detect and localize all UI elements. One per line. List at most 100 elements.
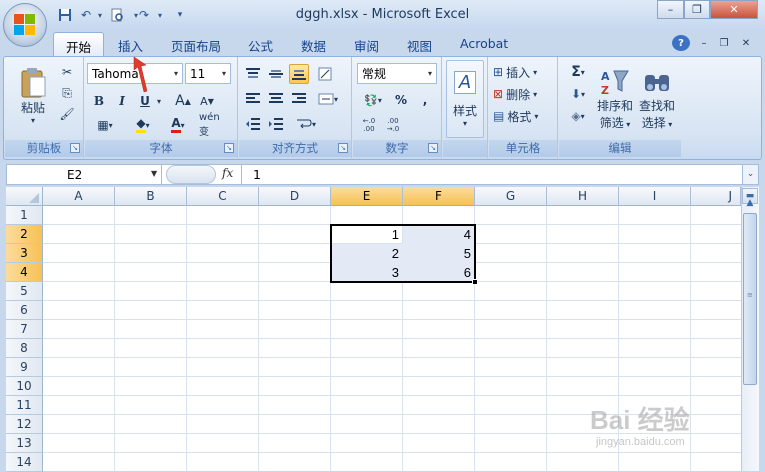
column-header-d[interactable]: D xyxy=(259,187,331,206)
row-header-3[interactable]: 3 xyxy=(6,244,43,263)
increase-indent-icon[interactable] xyxy=(266,114,286,134)
align-center-icon[interactable] xyxy=(266,89,286,109)
row-header-7[interactable]: 7 xyxy=(6,320,43,339)
number-label: 数字 xyxy=(385,141,409,155)
comma-button[interactable]: , xyxy=(415,90,435,110)
column-header-j[interactable]: J xyxy=(691,187,741,206)
column-header-f[interactable]: F xyxy=(403,187,475,206)
formula-expand-icon[interactable]: ⌄ xyxy=(742,164,759,185)
row-header-10[interactable]: 10 xyxy=(6,377,43,396)
align-bottom-icon[interactable] xyxy=(289,64,309,84)
orientation-icon[interactable] xyxy=(315,64,335,84)
row-header-11[interactable]: 11 xyxy=(6,396,43,415)
number-format-combo[interactable]: 常规 ▾ xyxy=(357,63,437,84)
underline-dropdown-icon[interactable]: ▾ xyxy=(154,91,164,111)
select-all-corner[interactable] xyxy=(6,187,43,206)
sort-filter-button[interactable]: AZ 排序和 筛选 ▾ xyxy=(595,62,635,136)
align-top-icon[interactable] xyxy=(243,64,263,84)
row-header-1[interactable]: 1 xyxy=(6,206,43,225)
fill-color-button[interactable]: ◆ ▾ xyxy=(126,115,160,135)
tab-view[interactable]: 视图 xyxy=(395,32,444,56)
column-header-e[interactable]: E xyxy=(331,187,403,206)
autosum-button[interactable]: Σ ▾ xyxy=(564,62,592,82)
column-header-c[interactable]: C xyxy=(187,187,259,206)
grid-line xyxy=(43,357,741,358)
row-header-13[interactable]: 13 xyxy=(6,434,43,453)
decrease-decimal-button[interactable]: .00 →.0 xyxy=(382,114,404,136)
clipboard-launcher-icon[interactable]: ↘ xyxy=(70,143,80,153)
doc-restore-button[interactable]: ❐ xyxy=(716,35,732,51)
name-box-dropdown-icon[interactable]: ▼ xyxy=(151,169,157,178)
copy-icon[interactable]: ⎘ xyxy=(58,85,76,101)
decrease-indent-icon[interactable] xyxy=(243,114,263,134)
restore-button[interactable]: ❐ xyxy=(684,0,710,19)
accounting-format-button[interactable]: 💱 ▾ xyxy=(358,90,388,110)
tab-page-layout[interactable]: 页面布局 xyxy=(159,32,233,56)
styles-button[interactable]: A 样式 ▾ xyxy=(446,60,484,138)
grow-font-button[interactable]: A ▲ xyxy=(172,91,194,111)
format-painter-icon[interactable]: 🖌 xyxy=(58,106,76,122)
cut-icon[interactable]: ✂ xyxy=(58,64,76,80)
phonetic-button[interactable]: wén 变 xyxy=(198,112,230,138)
row-header-9[interactable]: 9 xyxy=(6,358,43,377)
align-left-icon[interactable] xyxy=(243,89,263,109)
column-header-g[interactable]: G xyxy=(475,187,547,206)
number-launcher-icon[interactable]: ↘ xyxy=(428,143,438,153)
shrink-font-button[interactable]: A ▼ xyxy=(196,91,218,111)
paste-button[interactable]: 粘贴 ▾ xyxy=(12,60,54,132)
office-button[interactable] xyxy=(3,3,47,47)
minimize-button[interactable]: – xyxy=(657,0,684,19)
baidu-watermark-url: jingyan.baidu.com xyxy=(596,436,685,448)
align-middle-icon[interactable] xyxy=(266,64,286,84)
increase-decimal-button[interactable]: ←.0.00 xyxy=(358,114,380,136)
clear-button[interactable]: ◈ ▾ xyxy=(564,106,592,126)
delete-cells-label: 删除 xyxy=(506,87,531,102)
column-header-a[interactable]: A xyxy=(43,187,115,206)
row-header-8[interactable]: 8 xyxy=(6,339,43,358)
row-header-5[interactable]: 5 xyxy=(6,282,43,301)
row-header-12[interactable]: 12 xyxy=(6,415,43,434)
name-box-value: E2 xyxy=(67,168,83,182)
alignment-launcher-icon[interactable]: ↘ xyxy=(338,143,348,153)
wrap-text-icon[interactable]: ▾ xyxy=(290,114,322,134)
name-box[interactable]: E2 xyxy=(6,164,162,185)
help-icon[interactable]: ? xyxy=(672,35,690,51)
close-button[interactable]: ✕ xyxy=(710,0,758,19)
scroll-up-icon[interactable]: ▲ xyxy=(742,196,758,210)
doc-close-button[interactable]: ✕ xyxy=(738,35,754,51)
fill-handle[interactable] xyxy=(472,279,478,285)
insert-function-button[interactable]: fx xyxy=(222,166,240,183)
insert-cells-button[interactable]: ⊞ 插入 ▾ xyxy=(492,62,554,82)
column-header-h[interactable]: H xyxy=(547,187,619,206)
row-header-14[interactable]: 14 xyxy=(6,453,43,472)
delete-cells-button[interactable]: ⊠ 删除 ▾ xyxy=(492,84,554,104)
tab-review[interactable]: 审阅 xyxy=(342,32,391,56)
merge-center-icon[interactable]: ▾ xyxy=(313,89,343,109)
row-header-6[interactable]: 6 xyxy=(6,301,43,320)
formula-value[interactable]: 1 xyxy=(253,167,261,182)
doc-minimize-button[interactable]: – xyxy=(696,35,712,51)
borders-button[interactable]: ▦ ▾ xyxy=(89,115,121,135)
font-launcher-icon[interactable]: ↘ xyxy=(224,143,234,153)
find-select-button[interactable]: 查找和 选择 ▾ xyxy=(637,62,677,136)
bold-button[interactable]: B xyxy=(89,91,109,111)
font-color-button[interactable]: A ▾ xyxy=(162,115,194,135)
tab-data[interactable]: 数据 xyxy=(289,32,338,56)
column-header-i[interactable]: I xyxy=(619,187,691,206)
align-right-icon[interactable] xyxy=(289,89,309,109)
tab-home[interactable]: 开始 xyxy=(53,32,105,56)
font-size-combo[interactable]: 11 ▾ xyxy=(185,63,231,84)
italic-button[interactable]: I xyxy=(112,91,132,111)
sort-filter-label: 排序和 xyxy=(596,99,633,113)
formula-bar-expand-handle[interactable] xyxy=(166,165,216,184)
tab-formulas[interactable]: 公式 xyxy=(236,32,285,56)
row-header-2[interactable]: 2 xyxy=(6,225,43,244)
tab-acrobat[interactable]: Acrobat xyxy=(448,32,520,56)
row-header-4[interactable]: 4 xyxy=(6,263,43,282)
tab-insert[interactable]: 插入 xyxy=(106,32,155,56)
percent-button[interactable]: % xyxy=(391,90,411,110)
fill-button[interactable]: ⬇ ▾ xyxy=(564,84,592,104)
column-header-b[interactable]: B xyxy=(115,187,187,206)
scroll-thumb[interactable] xyxy=(743,213,757,385)
format-cells-button[interactable]: ▤ 格式 ▾ xyxy=(492,106,554,126)
